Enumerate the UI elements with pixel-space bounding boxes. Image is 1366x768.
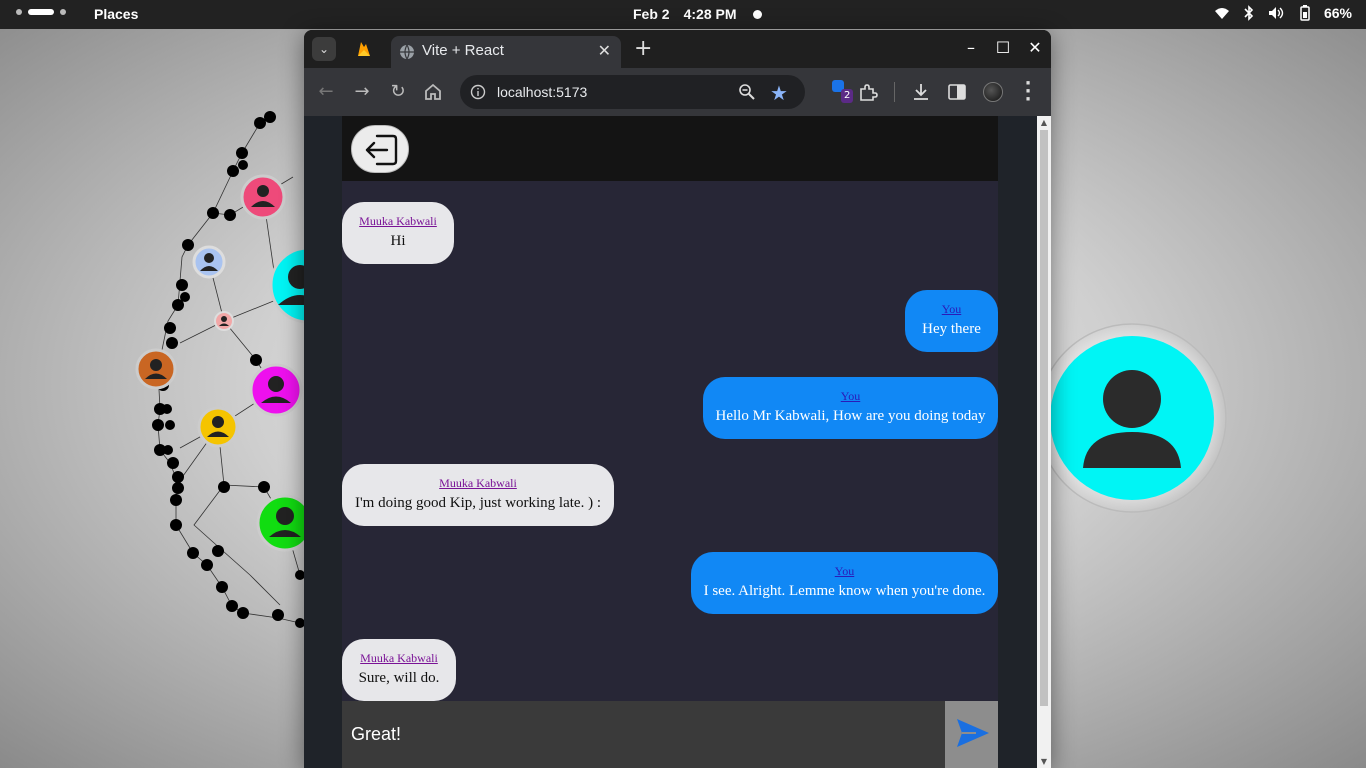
message-text: Hi [390, 233, 406, 249]
sender-link[interactable]: Muuka Kabwali [342, 651, 456, 666]
wallpaper-network-graphic [135, 111, 310, 628]
scroll-down-arrow-icon[interactable]: ▼ [1040, 757, 1048, 766]
user-avatar-decoration [1036, 322, 1228, 514]
browser-menu-icon[interactable]: · · · [1022, 75, 1034, 109]
system-tray[interactable]: 66% [1214, 5, 1352, 21]
time-label: 4:28 PM [683, 6, 737, 22]
browser-toolbar: ← → ↻ localhost:5173 ★ 2 · · · [304, 68, 1051, 116]
message-bubble-sent: You Hey there [905, 290, 998, 352]
message-bubble-received: Muuka Kabwali I'm doing good Kip, just w… [342, 464, 614, 526]
volume-icon [1268, 7, 1284, 19]
battery-percent: 66% [1323, 5, 1352, 21]
message-text: I see. Alright. Lemme know when you're d… [703, 583, 986, 599]
message-bubble-received: Muuka Kabwali Sure, will do. [342, 639, 456, 701]
minimize-button[interactable]: – [960, 38, 982, 57]
logout-icon [365, 134, 398, 166]
browser-window: ⌄ Vite + React ✕ + – ☐ ✕ ← → ↻ localhost… [304, 30, 1051, 768]
places-menu[interactable]: Places [94, 6, 138, 22]
message-bubble-sent: You Hello Mr Kabwali, How are you doing … [703, 377, 998, 439]
message-text: Hey there [922, 321, 981, 337]
page-viewport: Muuka Kabwali Hi You Hey there You Hello… [304, 116, 1051, 768]
message-text: Sure, will do. [358, 670, 440, 686]
back-button[interactable]: ← [314, 80, 338, 104]
address-bar[interactable]: localhost:5173 ★ [460, 75, 805, 109]
chat-app: Muuka Kabwali Hi You Hey there You Hello… [342, 116, 998, 768]
firebase-tab-icon[interactable] [355, 40, 373, 58]
message-text: I'm doing good Kip, just working late. )… [354, 495, 601, 511]
url-text: localhost:5173 [497, 84, 588, 100]
bluetooth-icon [1244, 5, 1254, 21]
globe-icon [400, 44, 414, 60]
tab-active[interactable]: Vite + React ✕ [391, 36, 621, 68]
scrollbar-thumb[interactable] [1040, 130, 1048, 706]
close-window-button[interactable]: ✕ [1024, 38, 1046, 57]
toolbar-separator [894, 82, 895, 102]
send-icon [957, 719, 989, 747]
scroll-up-arrow-icon[interactable]: ▲ [1040, 118, 1048, 127]
message-input[interactable] [342, 701, 945, 768]
notification-dot [753, 10, 762, 19]
forward-button[interactable]: → [350, 80, 374, 104]
workspace-indicator[interactable] [16, 9, 66, 15]
new-tab-button[interactable]: + [634, 36, 652, 61]
download-icon[interactable] [910, 81, 932, 103]
message-text: Hello Mr Kabwali, How are you doing toda… [715, 408, 986, 424]
message-bubble-received: Muuka Kabwali Hi [342, 202, 454, 264]
date-label: Feb 2 [633, 6, 670, 22]
sender-link[interactable]: You [905, 302, 998, 317]
battery-icon [1300, 5, 1310, 21]
site-info-icon[interactable] [470, 84, 486, 100]
reload-button[interactable]: ↻ [386, 80, 410, 104]
extension-badge-count: 2 [841, 89, 854, 103]
extension-with-badge[interactable]: 2 [831, 79, 854, 103]
chat-header [342, 116, 998, 181]
extensions-puzzle-icon[interactable] [857, 81, 879, 103]
bookmark-star-icon[interactable]: ★ [770, 81, 788, 106]
tab-title: Vite + React [422, 42, 504, 59]
message-composer [342, 701, 998, 768]
close-tab-icon[interactable]: ✕ [598, 41, 611, 61]
sender-link[interactable]: Muuka Kabwali [342, 476, 614, 491]
home-icon[interactable] [422, 81, 444, 103]
wifi-icon [1214, 8, 1229, 19]
tab-strip: ⌄ Vite + React ✕ + – ☐ ✕ [304, 30, 1051, 68]
system-top-bar: Places Feb 2 4:28 PM 66% [0, 0, 1366, 29]
message-bubble-sent: You I see. Alright. Lemme know when you'… [691, 552, 998, 614]
profile-avatar[interactable] [983, 82, 1003, 102]
sender-link[interactable]: You [703, 389, 998, 404]
side-panel-icon[interactable] [946, 81, 968, 103]
clock[interactable]: Feb 2 4:28 PM [633, 6, 751, 22]
tab-search-button[interactable]: ⌄ [312, 37, 336, 61]
logout-button[interactable] [351, 125, 409, 173]
maximize-button[interactable]: ☐ [992, 38, 1014, 57]
zoom-icon[interactable] [738, 83, 756, 101]
sender-link[interactable]: You [691, 564, 998, 579]
send-button[interactable] [945, 701, 998, 768]
sender-link[interactable]: Muuka Kabwali [342, 214, 454, 229]
page-scrollbar[interactable]: ▲ ▼ [1037, 116, 1051, 768]
